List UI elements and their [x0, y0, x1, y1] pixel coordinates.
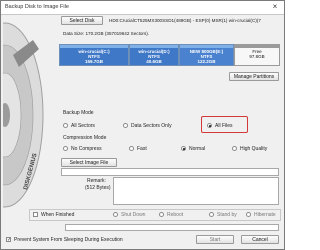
- partition-free: Free 97.8GB: [234, 44, 280, 66]
- partition-size: 40.6GB: [146, 59, 162, 64]
- partition-d[interactable]: win-crucial(D:) NTFS 40.6GB: [129, 44, 179, 66]
- compression-normal-radio[interactable]: [181, 146, 186, 151]
- select-disk-button[interactable]: Select Disk: [61, 16, 103, 25]
- backup-dialog: Backup Disk to Image File × DISKGENIUS S…: [0, 0, 285, 250]
- when-finished-checkbox[interactable]: [33, 212, 38, 217]
- when-finished-shutdown-radio[interactable]: [113, 212, 118, 217]
- backup-mode-data-sectors-radio[interactable]: [123, 123, 128, 128]
- remark-input[interactable]: [113, 177, 279, 205]
- backup-mode-all-sectors-radio[interactable]: [63, 123, 68, 128]
- backup-mode-title: Backup Mode: [63, 110, 94, 116]
- partition-e[interactable]: NEW 800GB(E:) NTFS 122.2GB: [179, 44, 234, 66]
- disk-name: HD0:CrucialCT525MX300SSD1(489GB) - ESP(0…: [109, 18, 261, 23]
- when-finished-option-label[interactable]: Stand by: [217, 212, 237, 218]
- compression-no-compress-radio[interactable]: [63, 146, 68, 151]
- image-file-path-input[interactable]: [61, 168, 279, 176]
- highlight-box: [201, 116, 248, 133]
- data-size-text: Data Size: 170.2GB (357019642 Sectors).: [63, 31, 150, 36]
- select-image-file-button[interactable]: Select Image File: [61, 158, 117, 167]
- partition-size: 122.2GB: [197, 59, 216, 64]
- disc-illustration-icon: DISKGENIUS: [3, 22, 44, 208]
- compression-option-label[interactable]: No Compress: [71, 146, 102, 152]
- partition-c[interactable]: win-crucial(C:) NTFS 159.7GB: [59, 44, 129, 66]
- backup-mode-option-label[interactable]: Data Sectors Only: [131, 123, 172, 129]
- prevent-sleep-checkbox[interactable]: ✓: [6, 237, 11, 243]
- backup-mode-option-label[interactable]: All Sectors: [71, 123, 95, 129]
- remark-label: Remark:: [87, 178, 106, 184]
- progress-bar: [65, 224, 279, 231]
- when-finished-option-label[interactable]: Shut Down: [121, 212, 145, 218]
- compression-fast-radio[interactable]: [129, 146, 134, 151]
- compression-high-quality-radio[interactable]: [232, 146, 237, 151]
- partition-size: 159.7GB: [84, 59, 103, 64]
- title-bar: Backup Disk to Image File ×: [1, 1, 284, 15]
- when-finished-option-label[interactable]: Hibernate: [254, 212, 276, 218]
- partition-size: 97.8GB: [249, 54, 265, 59]
- compression-mode-title: Compression Mode: [63, 135, 107, 141]
- close-icon[interactable]: ×: [268, 2, 282, 12]
- when-finished-option-label[interactable]: Reboot: [167, 212, 183, 218]
- when-finished-standby-radio[interactable]: [209, 212, 214, 217]
- when-finished-reboot-radio[interactable]: [159, 212, 164, 217]
- compression-option-label[interactable]: Normal: [189, 146, 205, 152]
- remark-hint: (512 Bytes): [85, 185, 111, 191]
- when-finished-label[interactable]: When Finished: [41, 212, 74, 218]
- start-button[interactable]: Start: [196, 235, 234, 244]
- cancel-button[interactable]: Cancel: [241, 235, 279, 244]
- prevent-sleep-label[interactable]: Prevent System From Sleeping During Exec…: [14, 237, 123, 243]
- window-title: Backup Disk to Image File: [5, 4, 69, 10]
- manage-partitions-button[interactable]: Manage Partitions: [229, 72, 279, 81]
- when-finished-hibernate-radio[interactable]: [246, 212, 251, 217]
- compression-option-label[interactable]: Fast: [137, 146, 147, 152]
- compression-option-label[interactable]: High Quality: [240, 146, 267, 152]
